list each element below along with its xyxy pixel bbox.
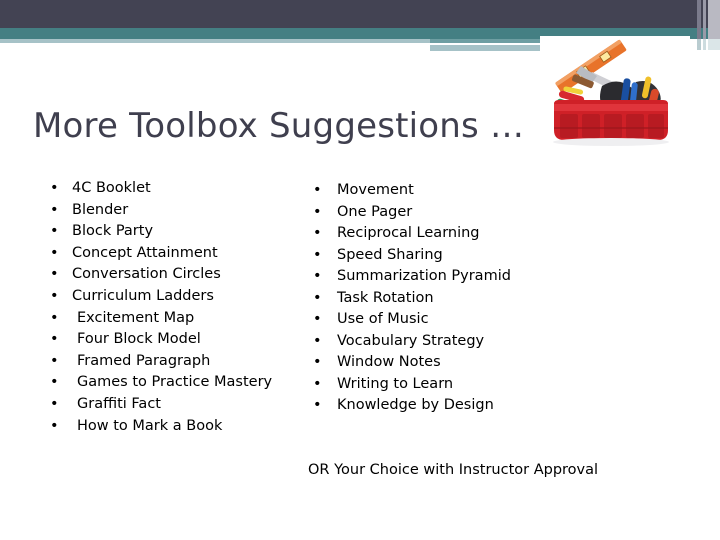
list-item-label: Use of Music — [337, 311, 429, 327]
page-title: More Toolbox Suggestions … — [33, 106, 525, 146]
list-item: • How to Mark a Book — [44, 416, 309, 438]
right-bullet-list: • Movement • One Pager • Reciprocal Learning •… — [305, 180, 605, 417]
bullet-icon: • — [50, 244, 59, 261]
bullet-icon: • — [50, 287, 59, 304]
bullet-icon: • — [313, 332, 322, 349]
list-item-label: Speed Sharing — [337, 246, 443, 263]
bullet-icon: • — [50, 309, 59, 326]
list-item: • Speed Sharing — [305, 245, 605, 267]
list-item: • Four Block Model — [44, 329, 309, 351]
bullet-icon: • — [313, 375, 322, 392]
bullet-icon: • — [50, 223, 59, 240]
bullet-icon: • — [313, 268, 322, 284]
list-item-label: 4C Booklet — [72, 180, 151, 196]
left-bullet-list: • 4C Booklet • Blender • Block Party • Concept … — [44, 178, 309, 437]
bullet-icon: • — [50, 352, 59, 369]
list-item-label: Task Rotation — [337, 289, 434, 306]
bullet-icon: • — [50, 374, 59, 391]
list-item: • Framed Paragraph — [44, 351, 309, 373]
header-vertical-stripe-5 — [703, 39, 706, 50]
list-item-label: Concept Attainment — [72, 244, 218, 261]
list-item: • Curriculum Ladders — [44, 286, 309, 308]
list-item: • Movement — [305, 180, 605, 202]
bullet-icon: • — [313, 246, 322, 263]
list-item-label: Four Block Model — [77, 331, 201, 348]
list-item-label: Framed Paragraph — [77, 352, 211, 369]
bullet-icon: • — [313, 354, 322, 370]
list-item-label: Vocabulary Strategy — [337, 332, 485, 349]
list-item: • Use of Music — [305, 309, 605, 331]
bullet-icon: • — [50, 331, 59, 348]
bullet-icon: • — [50, 180, 59, 196]
list-item-label: Block Party — [72, 223, 154, 240]
bullet-icon: • — [313, 397, 322, 413]
list-item-label: Excitement Map — [77, 309, 195, 326]
list-item: • Excitement Map — [44, 308, 309, 330]
bullet-icon: • — [50, 417, 59, 434]
bullet-icon: • — [313, 182, 322, 198]
list-item: • 4C Booklet — [44, 178, 309, 200]
list-item: • Conversation Circles — [44, 264, 309, 286]
list-item-label: How to Mark a Book — [77, 417, 223, 434]
toolbox-image — [540, 36, 690, 156]
list-item: • Reciprocal Learning — [305, 223, 605, 245]
list-item: • Task Rotation — [305, 288, 605, 310]
list-item: • Block Party — [44, 221, 309, 243]
list-item-label: Writing to Learn — [337, 375, 454, 392]
bullet-icon: • — [313, 225, 322, 241]
list-item-label: Knowledge by Design — [337, 397, 494, 413]
bullet-icon: • — [313, 203, 322, 220]
list-item-label: Graffiti Fact — [77, 395, 161, 412]
bullet-icon: • — [50, 201, 59, 218]
list-item: • Writing to Learn — [305, 374, 605, 396]
instructor-approval-note: OR Your Choice with Instructor Approval — [308, 462, 599, 478]
slide-canvas: More Toolbox Suggestions … • 4C Booklet • B… — [0, 0, 720, 540]
list-item-label: Window Notes — [337, 354, 441, 370]
list-item-label: Movement — [337, 182, 414, 198]
list-item: • Vocabulary Strategy — [305, 331, 605, 353]
bullet-icon: • — [313, 289, 322, 306]
left-suggestions-column: • 4C Booklet • Blender • Block Party • Concept … — [44, 178, 309, 437]
list-item: • Blender — [44, 200, 309, 222]
header-light-band-left — [0, 39, 430, 43]
list-item-label: Games to Practice Mastery — [77, 374, 273, 391]
list-item-label: Reciprocal Learning — [337, 225, 480, 241]
right-suggestions-column: • Movement • One Pager • Reciprocal Learning •… — [305, 180, 605, 417]
header-vertical-stripe-6 — [708, 39, 720, 50]
list-item-label: Blender — [72, 201, 129, 218]
header-vertical-stripe-4 — [697, 39, 701, 50]
bullet-icon: • — [50, 395, 59, 412]
list-item-label: Conversation Circles — [72, 266, 221, 283]
bullet-icon: • — [50, 266, 59, 283]
list-item: • Games to Practice Mastery — [44, 372, 309, 394]
list-item-label: Summarization Pyramid — [337, 268, 511, 284]
list-item: • Window Notes — [305, 352, 605, 374]
list-item: • Concept Attainment — [44, 243, 309, 265]
header-dark-band — [0, 0, 720, 28]
list-item-label: One Pager — [337, 203, 413, 220]
bullet-icon: • — [313, 311, 322, 327]
list-item-label: Curriculum Ladders — [72, 287, 214, 304]
list-item: • Knowledge by Design — [305, 395, 605, 417]
header-light-band-right — [430, 45, 556, 51]
list-item: • Graffiti Fact — [44, 394, 309, 416]
list-item: • One Pager — [305, 202, 605, 224]
list-item: • Summarization Pyramid — [305, 266, 605, 288]
header-teal-band-right — [430, 39, 556, 43]
